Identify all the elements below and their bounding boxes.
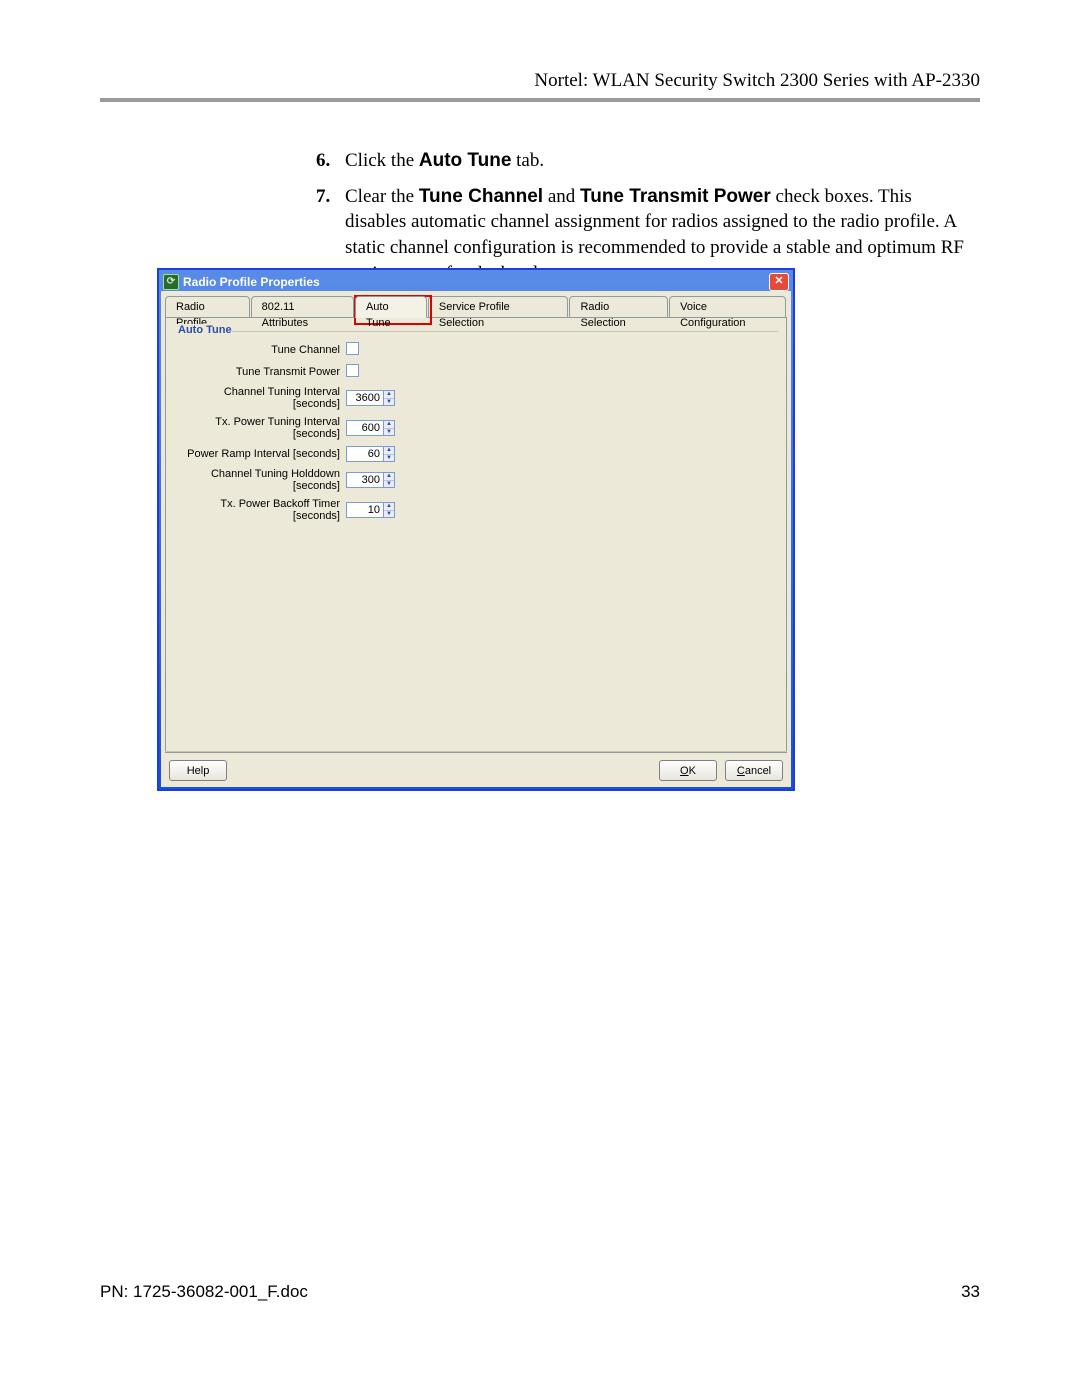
- dialog-tabstrip: Radio Profile802.11 AttributesAuto TuneS…: [161, 291, 791, 317]
- footer-partnumber: PN: 1725-36082-001_F.doc: [100, 1282, 308, 1302]
- bold-term: Auto Tune: [419, 150, 512, 171]
- auto-tune-groupbox: Auto Tune Tune Channel Tune Transmit Powe…: [174, 324, 778, 528]
- help-button[interactable]: Help: [169, 760, 227, 781]
- field-label: Channel Tuning Holddown [seconds]: [180, 468, 340, 492]
- spin-down-icon[interactable]: ▼: [384, 399, 394, 406]
- dialog-footer: Help OK Cancel: [165, 751, 787, 783]
- spin-down-icon[interactable]: ▼: [384, 455, 394, 462]
- spin-up-icon[interactable]: ▲: [384, 503, 394, 511]
- channel-tuning-interval-seconds--input[interactable]: 3600: [346, 390, 384, 406]
- field-label: Tx. Power Tuning Interval [seconds]: [180, 416, 340, 440]
- spin-up-icon[interactable]: ▲: [384, 421, 394, 429]
- tab-service-profile-selection[interactable]: Service Profile Selection: [428, 296, 569, 317]
- page-footer: PN: 1725-36082-001_F.doc 33: [100, 1282, 980, 1302]
- spin-up-icon[interactable]: ▲: [384, 473, 394, 481]
- bold-term: Tune Transmit Power: [580, 186, 771, 207]
- instruction-item: Click the Auto Tune tab.: [335, 148, 970, 174]
- auto-tune-form: Tune Channel Tune Transmit Power Channel T…: [180, 342, 772, 522]
- spin-up-icon[interactable]: ▲: [384, 447, 394, 455]
- groupbox-title: Auto Tune: [174, 324, 236, 336]
- spin-down-icon[interactable]: ▼: [384, 481, 394, 488]
- tab-auto-tune[interactable]: Auto Tune: [355, 296, 427, 318]
- tx-power-backoff-timer-seconds--input[interactable]: 10: [346, 502, 384, 518]
- tab-radio-selection[interactable]: Radio Selection: [569, 296, 668, 317]
- instruction-list: Click the Auto Tune tab.Clear the Tune C…: [295, 148, 970, 286]
- spin-up-icon[interactable]: ▲: [384, 391, 394, 399]
- dialog-title: Radio Profile Properties: [183, 275, 320, 289]
- doc-header: Nortel: WLAN Security Switch 2300 Series…: [100, 70, 980, 98]
- tab-radio-profile[interactable]: Radio Profile: [165, 296, 250, 317]
- tune-channel-checkbox[interactable]: [346, 342, 359, 355]
- spin-down-icon[interactable]: ▼: [384, 429, 394, 436]
- power-ramp-interval-seconds--input[interactable]: 60: [346, 446, 384, 462]
- channel-tuning-holddown-seconds--input[interactable]: 300: [346, 472, 384, 488]
- spin-down-icon[interactable]: ▼: [384, 511, 394, 518]
- tx-power-tuning-interval-seconds--input[interactable]: 600: [346, 420, 384, 436]
- field-label: Tx. Power Backoff Timer [seconds]: [180, 498, 340, 522]
- dialog-titlebar[interactable]: ⟳ Radio Profile Properties ✕: [161, 272, 791, 291]
- tune-transmit-power-checkbox[interactable]: [346, 364, 359, 377]
- field-label: Tune Channel: [180, 344, 340, 356]
- cancel-button[interactable]: Cancel: [725, 760, 783, 781]
- close-icon[interactable]: ✕: [769, 273, 789, 291]
- field-label: Channel Tuning Interval [seconds]: [180, 386, 340, 410]
- footer-pagenumber: 33: [961, 1282, 980, 1302]
- field-label: Power Ramp Interval [seconds]: [180, 448, 340, 460]
- field-label: Tune Transmit Power: [180, 366, 340, 378]
- tab-802-11-attributes[interactable]: 802.11 Attributes: [251, 296, 354, 317]
- bold-term: Tune Channel: [419, 186, 543, 207]
- ok-button[interactable]: OK: [659, 760, 717, 781]
- tab-voice-configuration[interactable]: Voice Configuration: [669, 296, 786, 317]
- auto-tune-panel: Auto Tune Tune Channel Tune Transmit Powe…: [165, 317, 787, 753]
- header-rule: [100, 98, 980, 102]
- groupbox-line: [232, 331, 778, 332]
- app-icon: ⟳: [163, 274, 179, 290]
- radio-profile-properties-dialog: ⟳ Radio Profile Properties ✕ Radio Profi…: [157, 268, 795, 791]
